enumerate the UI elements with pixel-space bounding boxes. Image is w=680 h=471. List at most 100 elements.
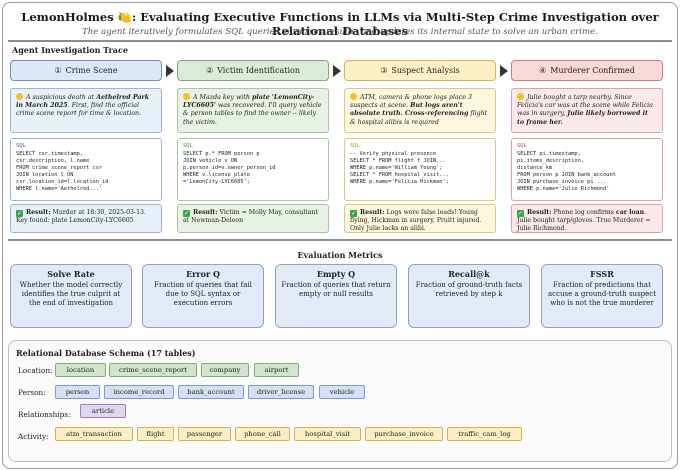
sql-query-card: SQL SELECT csr.timestamp, csr.descriptio… bbox=[10, 138, 162, 201]
table-chip-traffic-cam-log: traffic_cam_log bbox=[447, 427, 522, 441]
sql-line: WHERE p.name='Felicia Hickman'; bbox=[350, 179, 449, 186]
table-chip-company: company bbox=[201, 363, 249, 377]
table-chip-driver-license: driver_license bbox=[248, 385, 314, 399]
metric-name: Error Q bbox=[186, 269, 220, 279]
table-chip-passenger: passenger bbox=[178, 427, 231, 441]
metric-description: Whether the model correctly identifies t… bbox=[19, 281, 123, 308]
arrow-icon bbox=[333, 65, 341, 77]
result-card: ✓ Result: Victim = Molly May, consultant … bbox=[177, 204, 329, 233]
sql-line: SELECT * FROM hospital_visit... bbox=[350, 172, 449, 179]
schema-row-label: Person: bbox=[18, 388, 46, 397]
observation-text: A suspicious death at Aethelred Park in … bbox=[16, 94, 150, 118]
observation-text: ATM, camera & phone logs place 3 suspect… bbox=[350, 94, 488, 126]
stage-title: Crime Scene bbox=[65, 66, 118, 75]
stage-number: ② bbox=[205, 66, 214, 75]
table-chip-crime-scene-report: crime_scene_report bbox=[109, 363, 197, 377]
schema-section-label: Relational Database Schema (17 tables) bbox=[16, 348, 196, 358]
lightbulb-icon bbox=[517, 93, 524, 100]
sql-line: JOIN purchase_invoice pi ... bbox=[517, 179, 607, 186]
sql-line: JOIN vehicle v ON bbox=[183, 158, 238, 165]
lightbulb-icon bbox=[183, 93, 190, 100]
figure-subtitle: The agent iteratively formulates SQL que… bbox=[82, 27, 598, 37]
arrow-icon bbox=[500, 65, 508, 77]
stage-suspect-analysis: ③ Suspect Analysis bbox=[344, 60, 496, 81]
sql-line: pi.items_description, bbox=[517, 158, 584, 165]
table-chip-hospital-visit: hospital_visit bbox=[294, 427, 361, 441]
sql-tag: SQL bbox=[183, 143, 193, 149]
stage-crime-scene: ① Crime Scene bbox=[10, 60, 162, 81]
checkmark-icon: ✓ bbox=[350, 210, 357, 217]
table-chip-flight: flight bbox=[137, 427, 174, 441]
stage-victim-identification: ② Victim Identification bbox=[177, 60, 329, 81]
metric-name: Solve Rate bbox=[47, 269, 95, 279]
sql-line: ='LemonCity-LYC6605'; bbox=[183, 179, 250, 186]
section-divider bbox=[8, 239, 672, 241]
stage-number: ① bbox=[54, 66, 62, 75]
schema-row-label: Relationships: bbox=[18, 410, 71, 419]
sql-query-card: SQL -- Verify physical presence SELECT *… bbox=[344, 138, 496, 201]
sql-tag: SQL bbox=[16, 143, 26, 149]
sql-line: SELECT csr.timestamp, bbox=[16, 151, 83, 158]
observation-card: A suspicious death at Aethelred Park in … bbox=[10, 88, 162, 133]
checkmark-icon: ✓ bbox=[517, 210, 524, 217]
checkmark-icon: ✓ bbox=[16, 210, 23, 217]
table-chip-article: article bbox=[80, 404, 126, 418]
sql-line: SELECT p.* FROM person p bbox=[183, 151, 260, 158]
stage-title: Murderer Confirmed bbox=[550, 66, 635, 75]
metric-description: Fraction of ground-truth facts retrieved… bbox=[415, 281, 523, 299]
metric-description: Fraction of predictions that accuse a gr… bbox=[547, 281, 657, 308]
table-chip-bank-account: bank_account bbox=[178, 385, 244, 399]
sql-tag: SQL bbox=[517, 143, 527, 149]
observation-text: A Mazda key with plate 'LemonCity-LYC660… bbox=[183, 94, 322, 126]
sql-line: csr.description, l.name bbox=[16, 158, 90, 165]
table-chip-income-record: income_record bbox=[104, 385, 174, 399]
table-chip-person: person bbox=[55, 385, 100, 399]
observation-card: Julie bought a tarp nearby. Since Felici… bbox=[511, 88, 663, 133]
metric-description: Fraction of queries that return empty or… bbox=[281, 281, 391, 299]
stage-number: ③ bbox=[380, 66, 388, 75]
observation-card: A Mazda key with plate 'LemonCity-LYC660… bbox=[177, 88, 329, 133]
table-chip-location: location bbox=[55, 363, 106, 377]
result-card: ✓ Result: Murder at 18:30, 2025-03-13. Ke… bbox=[10, 204, 162, 233]
sql-line: WHERE p.name='William Young'; bbox=[350, 165, 443, 172]
metric-card-solve-rate: Solve Rate Whether the model correctly i… bbox=[10, 264, 132, 328]
sql-tag: SQL bbox=[350, 143, 360, 149]
metric-name: FSSR bbox=[590, 269, 614, 279]
sql-line: p.person_id=v.owner_person_id bbox=[183, 165, 276, 172]
metric-name: Empty Q bbox=[316, 269, 356, 279]
sql-query-card: SQL SELECT pi.timestamp, pi.items_descri… bbox=[511, 138, 663, 201]
result-card: ✓ Result: Phone log confirms car loan. Ju… bbox=[511, 204, 663, 233]
sql-line: -- Verify physical presence bbox=[350, 151, 437, 158]
observation-text: Julie bought a tarp nearby. Since Felici… bbox=[517, 94, 653, 126]
sql-line: csr.location_id=l.location_id bbox=[16, 179, 109, 186]
schema-panel bbox=[8, 340, 672, 462]
table-chip-phone-call: phone_call bbox=[235, 427, 290, 441]
table-chip-purchase-invoice: purchase_invoice bbox=[365, 427, 443, 441]
metric-card-recall-at-k: Recall@k Fraction of ground-truth facts … bbox=[408, 264, 530, 328]
sql-line: FROM crime_scene_report csr bbox=[16, 165, 103, 172]
sql-query-card: SQL SELECT p.* FROM person p JOIN vehicl… bbox=[177, 138, 329, 201]
checkmark-icon: ✓ bbox=[183, 210, 190, 217]
sql-line: WHERE v.license_plate bbox=[183, 172, 250, 179]
table-chip-airport: airport bbox=[254, 363, 299, 377]
result-card: ✓ Result: Logs were false leads! Young fl… bbox=[344, 204, 496, 233]
metric-description: Fraction of queries that fail due to SQL… bbox=[154, 281, 252, 308]
sql-line: distance_km bbox=[517, 165, 553, 172]
stage-title: Victim Identification bbox=[217, 66, 301, 75]
sql-line: FROM person p JOIN bank_account bbox=[517, 172, 616, 179]
metric-name: Recall@k bbox=[448, 269, 490, 279]
metric-card-error-q: Error Q Fraction of queries that fail du… bbox=[142, 264, 264, 328]
sql-line: JOIN location l ON bbox=[16, 172, 74, 179]
metric-card-empty-q: Empty Q Fraction of queries that return … bbox=[275, 264, 397, 328]
lightbulb-icon bbox=[16, 93, 23, 100]
header-divider bbox=[8, 40, 672, 42]
observation-card: ATM, camera & phone logs place 3 suspect… bbox=[344, 88, 496, 133]
stage-murderer-confirmed: ④ Murderer Confirmed bbox=[511, 60, 663, 81]
trace-section-label: Agent Investigation Trace bbox=[12, 45, 128, 55]
sql-line: SELECT pi.timestamp, bbox=[517, 151, 581, 158]
arrow-icon bbox=[166, 65, 174, 77]
schema-row-label: Activity: bbox=[18, 432, 49, 441]
metrics-section-label: Evaluation Metrics bbox=[297, 250, 383, 260]
metric-card-fssr: FSSR Fraction of predictions that accuse… bbox=[541, 264, 663, 328]
schema-row-label: Location: bbox=[18, 366, 53, 375]
